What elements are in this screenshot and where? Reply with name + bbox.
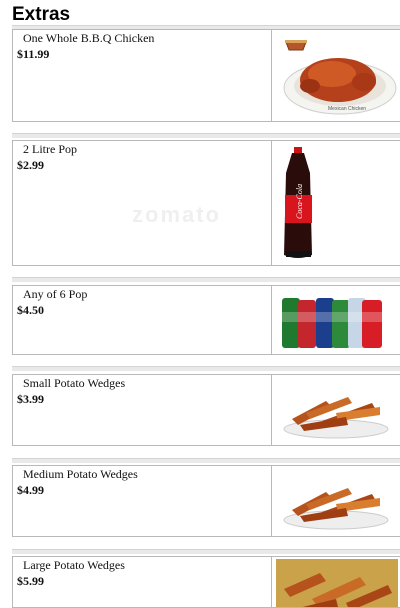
svg-text:Coca-Cola: Coca-Cola: [295, 184, 304, 219]
svg-text:Mexican Chicken: Mexican Chicken: [328, 106, 366, 112]
menu-item-card[interactable]: Medium Potato Wedges $4.99: [12, 465, 400, 537]
potato-wedges-photo: [283, 488, 389, 530]
page-title: Extras: [12, 4, 71, 25]
item-image-cell: [271, 286, 400, 354]
menu-item-card[interactable]: One Whole B.B.Q Chicken $11.99 Mexican C…: [12, 29, 400, 122]
item-name: Small Potato Wedges: [23, 376, 126, 390]
item-image-cell: [271, 466, 400, 536]
item-price: $3.99: [17, 392, 44, 406]
potato-wedges-photo: [276, 559, 398, 607]
item-price: $5.99: [17, 574, 44, 588]
divider: [12, 458, 400, 463]
bbq-chicken-photo: Mexican Chicken: [283, 40, 397, 115]
divider: [12, 277, 400, 282]
item-name: 2 Litre Pop: [23, 142, 77, 156]
divider: [12, 133, 400, 138]
item-name: One Whole B.B.Q Chicken: [23, 31, 155, 45]
item-image-cell: [271, 375, 400, 445]
coca-cola-bottle-photo: Coca-Cola: [284, 147, 312, 258]
menu-item-card[interactable]: Large Potato Wedges $5.99: [12, 556, 400, 608]
watermark: zomato: [132, 202, 221, 227]
item-price: $4.50: [17, 303, 44, 317]
item-name: Medium Potato Wedges: [23, 467, 138, 481]
item-price: $2.99: [17, 158, 44, 172]
divider: [12, 549, 400, 554]
item-price: $4.99: [17, 483, 44, 497]
item-name: Any of 6 Pop: [23, 287, 88, 301]
divider: [12, 366, 400, 371]
item-image-cell: Mexican Chicken: [271, 30, 400, 121]
item-name: Large Potato Wedges: [23, 558, 125, 572]
item-image-cell: [271, 557, 400, 607]
item-image-cell: Coca-Cola: [271, 141, 400, 265]
menu-item-card[interactable]: Small Potato Wedges $3.99: [12, 374, 400, 446]
menu-item-card[interactable]: Any of 6 Pop $4.50: [12, 285, 400, 355]
potato-wedges-photo: [283, 397, 389, 439]
soda-cans-photo: [282, 298, 382, 348]
item-price: $11.99: [17, 47, 50, 61]
